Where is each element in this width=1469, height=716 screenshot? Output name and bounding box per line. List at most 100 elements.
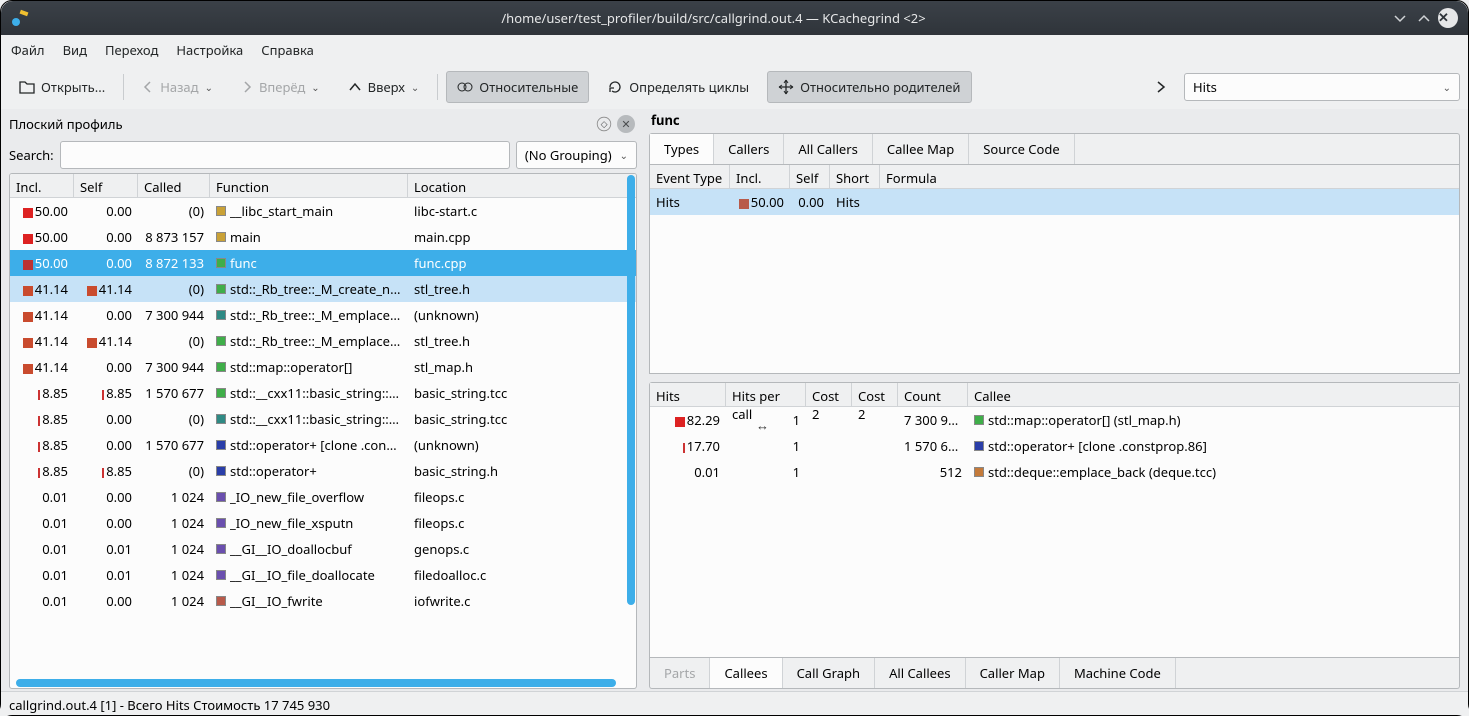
menu-go[interactable]: Переход <box>105 41 158 59</box>
col-callee[interactable]: Callee <box>968 383 1459 406</box>
table-row[interactable]: 8.850.001 570 677std::operator+ [clone .… <box>10 432 636 458</box>
table-row[interactable]: 0.010.011 024__GI__IO_doallocbufgenops.c <box>10 536 636 562</box>
menu-settings[interactable]: Настройка <box>176 41 243 59</box>
cost-type-combo[interactable]: Hits ⌄ <box>1184 73 1460 101</box>
flat-rows[interactable]: 50.000.00(0)__libc_start_mainlibc-start.… <box>10 198 636 688</box>
minimize-button[interactable] <box>1388 6 1412 30</box>
table-row[interactable]: 8.858.85(0)std::operator+basic_string.h <box>10 458 636 484</box>
table-row[interactable]: 0.010.001 024__GI__IO_fwriteiofwrite.c <box>10 588 636 614</box>
forward-button[interactable]: Вперёд ⌄ <box>231 71 330 103</box>
col-short[interactable]: Short <box>830 165 880 188</box>
status-bar: callgrind.out.4 [1] - Всего Hits Стоимос… <box>1 691 1468 715</box>
back-button[interactable]: Назад ⌄ <box>132 71 223 103</box>
table-row[interactable]: 17.7011 570 677std::operator+ [clone .co… <box>650 433 1459 459</box>
table-row[interactable]: 50.000.008 872 133funcfunc.cpp <box>10 250 636 276</box>
table-row[interactable]: 0.011512std::deque::emplace_back (deque.… <box>650 459 1459 485</box>
col-called[interactable]: Called <box>138 174 210 197</box>
up-label: Вверх <box>368 78 405 96</box>
table-row[interactable]: 0.010.001 024_IO_new_file_xsputnfileops.… <box>10 510 636 536</box>
chevron-down-icon: ⌄ <box>205 80 213 94</box>
col-hits[interactable]: Hits <box>650 383 726 406</box>
col-hpc[interactable]: Hits per call <box>726 383 806 406</box>
table-row[interactable]: 82.2917 300 944std::map::operator[] (stl… <box>650 407 1459 433</box>
tab-machine-code[interactable]: Machine Code <box>1060 658 1176 688</box>
col-self2[interactable]: Self <box>790 165 830 188</box>
col-function[interactable]: Function <box>210 174 408 197</box>
window-title: /home/user/test_profiler/build/src/callg… <box>39 9 1388 27</box>
forward-label: Вперёд <box>259 78 305 96</box>
toolbar: Открыть... Назад ⌄ Вперёд ⌄ Вверх ⌄ Отно… <box>1 65 1468 109</box>
col-self[interactable]: Self <box>74 174 138 197</box>
types-header[interactable]: Event Type Incl. Self Short Formula <box>650 165 1459 189</box>
dock-title: Плоский профиль <box>9 115 591 133</box>
table-row[interactable]: 41.140.007 300 944std::_Rb_tree::_M_empl… <box>10 302 636 328</box>
types-rows[interactable]: Hits50.000.00Hits <box>650 189 1459 215</box>
chevron-down-icon: ⌄ <box>620 148 628 162</box>
close-button[interactable]: ✕ <box>1436 6 1460 30</box>
cycles-label: Определять циклы <box>629 78 749 96</box>
col-incl2[interactable]: Incl. <box>730 165 790 188</box>
tab-parts[interactable]: Parts <box>650 658 710 688</box>
col-cost2a[interactable]: Cost 2 <box>806 383 852 406</box>
maximize-button[interactable] <box>1412 6 1436 30</box>
callees-header[interactable]: Hits Hits per call Cost 2 Cost 2 Count C… <box>650 383 1459 407</box>
col-event-type[interactable]: Event Type <box>650 165 730 188</box>
tab-callers[interactable]: Callers <box>714 134 784 164</box>
tab-source-code[interactable]: Source Code <box>969 134 1075 164</box>
titlebar: /home/user/test_profiler/build/src/callg… <box>1 1 1468 35</box>
table-row[interactable]: 41.1441.14(0)std::_Rb_tree::_M_create_n.… <box>10 276 636 302</box>
tab-caller-map[interactable]: Caller Map <box>966 658 1060 688</box>
col-incl[interactable]: Incl. <box>10 174 74 197</box>
tab-callees[interactable]: Callees <box>710 658 782 688</box>
table-row[interactable]: 41.1441.14(0)std::_Rb_tree::_M_emplace_.… <box>10 328 636 354</box>
close-dock-icon[interactable]: ✕ <box>617 115 635 133</box>
detail-top-tabs: TypesCallersAll CallersCallee MapSource … <box>649 133 1460 164</box>
col-formula[interactable]: Formula <box>880 165 1459 188</box>
chevron-down-icon: ⌄ <box>311 80 319 94</box>
table-row[interactable]: 0.010.011 024__GI__IO_file_doallocatefil… <box>10 562 636 588</box>
col-location[interactable]: Location <box>408 174 636 197</box>
grouping-combo[interactable]: (No Grouping) ⌄ <box>516 141 637 169</box>
chevron-down-icon: ⌄ <box>1443 80 1451 94</box>
scrollbar-horizontal[interactable] <box>16 679 616 687</box>
table-row[interactable]: 8.850.00(0)std::__cxx11::basic_string::_… <box>10 406 636 432</box>
app-icon <box>9 7 31 29</box>
table-row[interactable]: Hits50.000.00Hits <box>650 189 1459 215</box>
menu-view[interactable]: Вид <box>63 41 87 59</box>
relative-parent-toggle[interactable]: Относительно родителей <box>767 71 971 103</box>
separator <box>123 74 124 100</box>
table-row[interactable]: 50.000.00(0)__libc_start_mainlibc-start.… <box>10 198 636 224</box>
menu-file[interactable]: Файл <box>11 41 45 59</box>
table-row[interactable]: 50.000.008 873 157mainmain.cpp <box>10 224 636 250</box>
separator <box>437 74 438 100</box>
tab-callee-map[interactable]: Callee Map <box>873 134 969 164</box>
back-label: Назад <box>160 78 198 96</box>
col-cost2b[interactable]: Cost 2 <box>852 383 898 406</box>
tab-types[interactable]: Types <box>650 134 714 164</box>
relative-toggle[interactable]: Относительные <box>446 71 589 103</box>
open-label: Открыть... <box>41 78 105 96</box>
up-button[interactable]: Вверх ⌄ <box>338 71 430 103</box>
open-button[interactable]: Открыть... <box>9 71 115 103</box>
table-row[interactable]: 8.858.851 570 677std::__cxx11::basic_str… <box>10 380 636 406</box>
nav-forward-small[interactable] <box>1146 71 1176 103</box>
callees-rows[interactable]: 82.2917 300 944std::map::operator[] (stl… <box>650 407 1459 485</box>
table-row[interactable]: 41.140.007 300 944std::map::operator[]st… <box>10 354 636 380</box>
float-icon[interactable]: ◇ <box>597 117 611 131</box>
tab-all-callers[interactable]: All Callers <box>784 134 873 164</box>
col-count[interactable]: Count <box>898 383 968 406</box>
table-row[interactable]: 0.010.001 024_IO_new_file_overflowfileop… <box>10 484 636 510</box>
search-label: Search: <box>9 146 54 164</box>
tab-all-callees[interactable]: All Callees <box>875 658 966 688</box>
detail-bottom-tabs: PartsCalleesCall GraphAll CalleesCaller … <box>649 658 1460 689</box>
function-name: func <box>649 111 1460 133</box>
cycles-button[interactable]: Определять циклы <box>597 71 759 103</box>
cost-combo-value: Hits <box>1193 78 1217 96</box>
tab-call-graph[interactable]: Call Graph <box>783 658 876 688</box>
flat-header[interactable]: Incl. Self Called Function Location <box>10 174 636 198</box>
menu-help[interactable]: Справка <box>261 41 314 59</box>
grouping-value: (No Grouping) <box>525 146 612 164</box>
dock-header: Плоский профиль ◇ ✕ <box>9 111 637 137</box>
search-input[interactable] <box>60 141 510 169</box>
scrollbar-vertical[interactable] <box>627 175 635 605</box>
